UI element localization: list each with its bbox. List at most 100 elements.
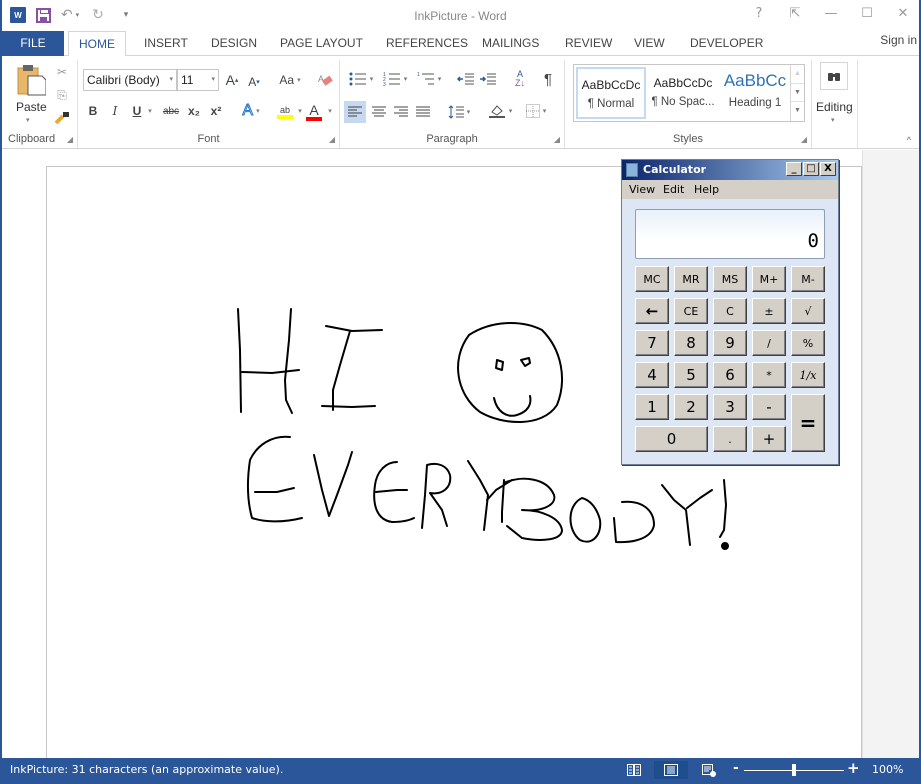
maximize-icon[interactable]: ☐ <box>859 6 875 21</box>
calc-button-7[interactable]: 7 <box>635 330 669 356</box>
calc-button-ce[interactable]: CE <box>674 298 708 324</box>
align-left-button[interactable] <box>344 101 366 123</box>
styles-launcher-icon[interactable]: ◢ <box>801 135 807 144</box>
editing-button[interactable]: Editing <box>816 100 853 114</box>
gallery-scroll-up-icon[interactable]: ▲ <box>791 65 804 84</box>
show-marks-button[interactable]: ¶ <box>540 69 556 89</box>
clipboard-launcher-icon[interactable]: ◢ <box>67 135 73 144</box>
calc-button-0[interactable]: 0 <box>635 426 708 452</box>
line-spacing-button[interactable]: ▾ <box>444 101 474 123</box>
help-icon[interactable]: ? <box>751 6 767 21</box>
calc-button-6[interactable]: 6 <box>713 362 747 388</box>
print-layout-icon[interactable] <box>654 761 688 779</box>
minimize-icon[interactable]: — <box>823 6 839 21</box>
calc-button-1[interactable]: 1 <box>635 394 669 420</box>
style-normal[interactable]: AaBbCcDc ¶ Normal <box>576 67 646 119</box>
multilevel-list-button[interactable]: 1 ▾ <box>414 70 444 88</box>
decrease-indent-icon[interactable] <box>456 70 476 88</box>
change-case-button[interactable]: Aa ▾ <box>275 70 305 90</box>
paste-icon[interactable] <box>16 64 46 96</box>
underline-dropdown-icon[interactable]: ▾ <box>146 102 154 120</box>
tab-review[interactable]: REVIEW <box>555 31 622 56</box>
calc-button-add[interactable]: + <box>752 426 786 452</box>
calc-button-3[interactable]: 3 <box>713 394 747 420</box>
style-no-spacing[interactable]: AaBbCcDc ¶ No Spac... <box>648 67 718 119</box>
grow-font-icon[interactable]: A ▴ <box>224 70 240 90</box>
gallery-scroll-down-icon[interactable]: ▼ <box>791 84 804 103</box>
calc-button-8[interactable]: 8 <box>674 330 708 356</box>
subscript-button[interactable]: x₂ <box>186 102 202 120</box>
calculator-menu-help[interactable]: Help <box>694 183 719 196</box>
align-right-button[interactable] <box>390 101 412 123</box>
cut-icon[interactable]: ✂ <box>54 64 70 80</box>
calculator-close-icon[interactable]: X <box>820 162 836 176</box>
read-mode-icon[interactable] <box>617 761 651 779</box>
calc-button-2[interactable]: 2 <box>674 394 708 420</box>
close-icon[interactable]: ✕ <box>895 6 911 21</box>
italic-button[interactable]: I <box>108 102 122 120</box>
calc-button-m-plus[interactable]: M+ <box>752 266 786 292</box>
format-painter-icon[interactable] <box>54 110 70 126</box>
tab-developer[interactable]: DEVELOPER <box>680 31 773 56</box>
calc-button-5[interactable]: 5 <box>674 362 708 388</box>
find-binoculars-icon[interactable] <box>820 62 848 90</box>
calc-button-sqrt[interactable]: √ <box>791 298 825 324</box>
tab-view[interactable]: VIEW <box>624 31 675 56</box>
superscript-button[interactable]: x² <box>208 102 224 120</box>
bold-button[interactable]: B <box>86 102 100 120</box>
calc-button-multiply[interactable]: * <box>752 362 786 388</box>
paste-dropdown-icon[interactable]: ▾ <box>26 116 30 124</box>
shrink-font-icon[interactable]: A ▾ <box>246 72 262 92</box>
bullets-button[interactable]: ▾ <box>346 70 376 88</box>
borders-button[interactable]: ▾ <box>520 100 552 122</box>
strikethrough-button[interactable]: abc <box>160 102 182 120</box>
font-launcher-icon[interactable]: ◢ <box>329 135 335 144</box>
calculator-minimize-icon[interactable]: _ <box>786 162 802 176</box>
calc-button-9[interactable]: 9 <box>713 330 747 356</box>
calculator-maximize-icon[interactable]: □ <box>803 162 819 176</box>
zoom-slider-thumb[interactable] <box>792 764 796 776</box>
calc-button-decimal[interactable]: . <box>713 426 747 452</box>
gallery-more-icon[interactable]: ▼ <box>791 102 804 121</box>
calc-button-4[interactable]: 4 <box>635 362 669 388</box>
zoom-in-button[interactable]: + <box>847 759 860 777</box>
paragraph-launcher-icon[interactable]: ◢ <box>554 135 560 144</box>
tab-page-layout[interactable]: PAGE LAYOUT <box>270 31 373 56</box>
web-layout-icon[interactable] <box>692 761 726 779</box>
calc-button-negate[interactable]: ± <box>752 298 786 324</box>
sign-in-link[interactable]: Sign in <box>880 33 917 47</box>
highlight-dropdown-icon[interactable]: ▾ <box>296 102 304 120</box>
tab-insert[interactable]: INSERT <box>134 31 198 56</box>
calculator-title-bar[interactable]: Calculator _ □ X <box>622 160 838 180</box>
justify-button[interactable] <box>412 101 434 123</box>
text-effects-button[interactable]: A ▾ <box>238 101 264 121</box>
tab-mailings[interactable]: MAILINGS <box>472 31 549 56</box>
calc-button-divide[interactable]: / <box>752 330 786 356</box>
paste-button[interactable]: Paste <box>16 100 47 114</box>
style-heading-1[interactable]: AaBbCc Heading 1 <box>720 67 790 119</box>
calc-button-mc[interactable]: MC <box>635 266 669 292</box>
numbering-button[interactable]: 1 2 3 ▾ <box>380 70 410 88</box>
collapse-ribbon-icon[interactable]: ^ <box>907 135 911 145</box>
tab-home[interactable]: HOME <box>68 31 126 57</box>
calc-button-mr[interactable]: MR <box>674 266 708 292</box>
calc-button-m-minus[interactable]: M- <box>791 266 825 292</box>
tab-design[interactable]: DESIGN <box>201 31 267 56</box>
shading-button[interactable]: ▾ <box>484 100 516 122</box>
copy-icon[interactable]: ⎘ <box>54 87 70 103</box>
calc-button-subtract[interactable]: - <box>752 394 786 420</box>
calc-button-c[interactable]: C <box>713 298 747 324</box>
align-center-button[interactable] <box>368 101 390 123</box>
font-name-select[interactable]: Calibri (Body) ▾ <box>83 69 177 91</box>
calc-button-reciprocal[interactable]: 1/x <box>791 362 825 388</box>
increase-indent-icon[interactable] <box>478 70 498 88</box>
editing-dropdown-icon[interactable]: ▾ <box>831 116 835 124</box>
calc-button-percent[interactable]: % <box>791 330 825 356</box>
tab-file[interactable]: FILE <box>2 31 64 56</box>
calc-button-backspace[interactable]: ← <box>635 298 669 324</box>
zoom-out-button[interactable]: - <box>733 760 739 776</box>
font-color-dropdown-icon[interactable]: ▾ <box>326 102 334 120</box>
calc-button-ms[interactable]: MS <box>713 266 747 292</box>
clear-formatting-icon[interactable]: A <box>316 70 334 90</box>
calculator-menu-edit[interactable]: Edit <box>663 183 684 196</box>
